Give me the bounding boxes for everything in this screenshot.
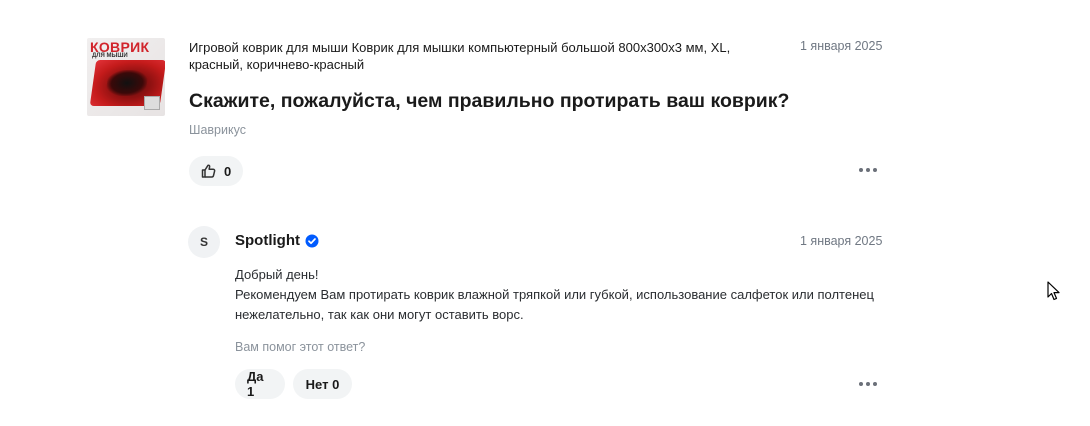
question-text: Скажите, пожалуйста, чем правильно проти… xyxy=(189,90,790,112)
more-dots-icon[interactable] xyxy=(859,382,877,386)
seller-name[interactable]: Spotlight xyxy=(235,232,300,249)
question-author: Шаврикус xyxy=(189,123,246,137)
product-thumbnail[interactable]: КОВРИК ДЛЯ МЫШИ xyxy=(87,38,165,116)
helpful-yes-button[interactable]: Да 1 xyxy=(235,369,285,399)
thumbnail-title: КОВРИК xyxy=(90,39,150,55)
thumbs-up-icon xyxy=(201,164,216,178)
product-name-link[interactable]: Игровой коврик для мыши Коврик для мышки… xyxy=(189,39,779,73)
seller-header[interactable]: Spotlight xyxy=(235,232,319,249)
mouse-image xyxy=(144,96,160,110)
helpful-no-button[interactable]: Нет 0 xyxy=(293,369,352,399)
helpful-prompt: Вам помог этот ответ? xyxy=(235,340,366,354)
like-button[interactable]: 0 xyxy=(189,156,244,186)
more-dots-icon[interactable] xyxy=(859,168,877,172)
verified-check-icon xyxy=(305,234,319,248)
mouse-cursor-icon xyxy=(1047,281,1061,306)
like-count: 0 xyxy=(224,163,232,179)
seller-avatar: S xyxy=(188,226,220,258)
answer-text: Добрый день! Рекомендуем Вам протирать к… xyxy=(235,265,875,325)
thumbnail-subtitle: ДЛЯ МЫШИ xyxy=(92,53,128,59)
question-date: 1 января 2025 xyxy=(800,39,883,53)
answer-date: 1 января 2025 xyxy=(800,234,883,248)
answer-body: Добрый день! Рекомендуем Вам протирать к… xyxy=(235,267,874,322)
